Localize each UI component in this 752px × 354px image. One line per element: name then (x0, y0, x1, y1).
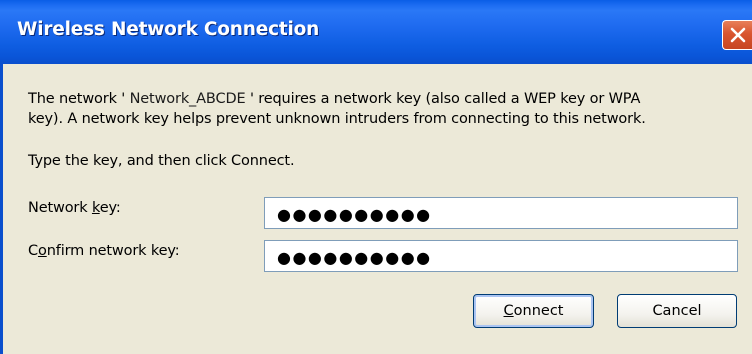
dialog-content: The network ' Network_ABCDE ' requires a… (0, 64, 752, 354)
title-bar[interactable]: Wireless Network Connection (0, 0, 752, 64)
message-line-2: key). A network key helps prevent unknow… (28, 111, 646, 127)
message-line-1: The network ' Network_ABCDE ' requires a… (28, 91, 640, 107)
instruction-text: Type the key, and then click Connect. (28, 153, 295, 169)
confirm-key-input[interactable] (264, 240, 738, 272)
network-name: Network_ABCDE (125, 91, 250, 107)
network-key-input[interactable] (264, 197, 738, 229)
dialog-window: Wireless Network Connection The network … (0, 0, 752, 354)
close-button[interactable] (722, 20, 752, 50)
message-prefix: The network ' (28, 91, 126, 107)
connect-button[interactable]: Connect (473, 294, 594, 328)
message-suffix: ' requires a network key (also called a … (249, 91, 641, 107)
window-title: Wireless Network Connection (17, 19, 320, 40)
network-key-label: Network key: (28, 200, 121, 216)
cancel-button[interactable]: Cancel (617, 294, 737, 328)
close-icon (730, 27, 746, 43)
confirm-key-label: Confirm network key: (28, 243, 180, 259)
